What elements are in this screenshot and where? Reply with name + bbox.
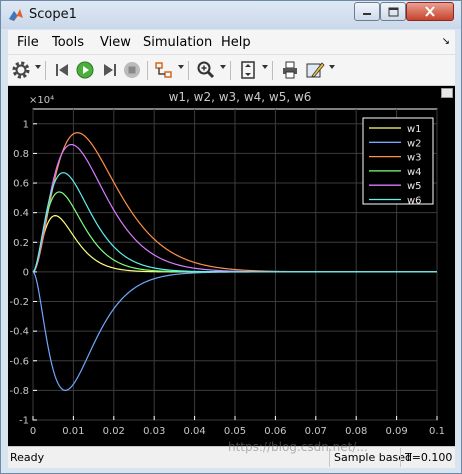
gear-icon[interactable] xyxy=(11,60,31,80)
x-tick-label: 0.08 xyxy=(345,426,367,437)
matlab-icon xyxy=(9,9,23,21)
scope-plot[interactable]: ×10⁴ w1, w2, w3, w4, w5, w6 0 0.01 0.02 0.0… xyxy=(8,86,455,446)
legend-box xyxy=(362,117,434,205)
toolbar-separator xyxy=(45,61,46,80)
toolbar-separator xyxy=(272,61,273,80)
x-tick-label: 0.09 xyxy=(385,426,407,437)
menu-tools[interactable]: Tools xyxy=(52,35,84,50)
gear-dropdown-icon[interactable] xyxy=(35,65,41,69)
highlight-signal-icon[interactable] xyxy=(154,60,174,80)
step-forward-icon[interactable] xyxy=(99,60,119,80)
minimize-button[interactable] xyxy=(354,2,380,21)
toolbar-separator xyxy=(147,61,148,80)
legend-label-w5: w5 xyxy=(407,181,422,192)
maximize-icon xyxy=(388,7,398,16)
legend-label-w2: w2 xyxy=(407,138,422,149)
x-tick-label: 0.04 xyxy=(183,426,205,437)
zoom-dropdown-icon[interactable] xyxy=(220,65,226,69)
scope-window: Scope1 File Tools View Simulation Help ↘ xyxy=(0,0,462,474)
scope-display[interactable]: ×10⁴ w1, w2, w3, w4, w5, w6 0 0.01 0.02 0.0… xyxy=(8,86,455,446)
y-tick-label: 1 xyxy=(23,119,29,130)
stop-icon[interactable] xyxy=(122,60,142,80)
chart-title: w1, w2, w3, w4, w5, w6 xyxy=(169,90,312,104)
title-bar[interactable]: Scope1 xyxy=(1,1,461,29)
y-tick-label: -0.8 xyxy=(9,386,29,397)
y-tick-label: 0.8 xyxy=(13,149,29,160)
close-button[interactable] xyxy=(406,2,454,21)
status-ready: Ready xyxy=(10,451,45,464)
menu-view[interactable]: View xyxy=(100,35,131,50)
menu-file[interactable]: File xyxy=(17,35,39,50)
style-icon[interactable] xyxy=(305,60,325,80)
x-tick-label: 0.02 xyxy=(103,426,125,437)
undock-axes-icon[interactable] xyxy=(441,88,453,98)
x-tick-label: 0.06 xyxy=(264,426,286,437)
y-tick-label: -0.4 xyxy=(9,327,29,338)
minimize-icon xyxy=(363,12,371,15)
y-tick-label: -0.2 xyxy=(9,297,29,308)
watermark: https://blog.csdn.net/... xyxy=(228,440,368,454)
window-title: Scope1 xyxy=(29,7,77,22)
status-time: T=0.100 xyxy=(400,448,456,467)
toolbar xyxy=(8,55,455,86)
step-back-icon[interactable] xyxy=(53,60,73,80)
y-tick-label: 0.6 xyxy=(13,179,29,190)
x-tick-label: 0 xyxy=(30,426,36,437)
dock-arrow-icon[interactable]: ↘ xyxy=(442,36,450,47)
legend-label-w6: w6 xyxy=(407,196,422,207)
y-tick-label: -1 xyxy=(19,416,29,427)
print-icon[interactable] xyxy=(280,60,300,80)
legend-label-w1: w1 xyxy=(407,124,422,135)
legend-label-w4: w4 xyxy=(407,167,422,178)
close-icon xyxy=(425,6,435,17)
maximize-button[interactable] xyxy=(380,2,406,21)
run-icon[interactable] xyxy=(75,60,95,80)
x-tick-label: 0.05 xyxy=(224,426,246,437)
menu-bar: File Tools View Simulation Help ↘ xyxy=(8,30,455,55)
style-dropdown-icon[interactable] xyxy=(329,65,335,69)
x-tick-label: 0.01 xyxy=(62,426,84,437)
legend-label-w3: w3 xyxy=(407,153,422,164)
y-tick-label: -0.6 xyxy=(9,356,29,367)
fit-axes-icon[interactable] xyxy=(238,60,258,80)
toolbar-separator xyxy=(230,61,231,80)
toolbar-separator xyxy=(188,61,189,80)
y-tick-label: 0 xyxy=(23,267,29,278)
x-tick-label: 0.1 xyxy=(429,426,445,437)
menu-help[interactable]: Help xyxy=(221,35,251,50)
fit-axes-dropdown-icon[interactable] xyxy=(262,65,268,69)
x-tick-label: 0.03 xyxy=(143,426,165,437)
y-exponent-label: ×10⁴ xyxy=(29,95,54,106)
y-tick-label: 0.2 xyxy=(13,238,29,249)
menu-simulation[interactable]: Simulation xyxy=(143,35,212,50)
zoom-icon[interactable] xyxy=(196,60,216,80)
legend[interactable]: w1 w2 w3 w4 w5 w6 xyxy=(362,117,434,207)
y-tick-label: 0.4 xyxy=(13,208,29,219)
x-tick-label: 0.07 xyxy=(305,426,327,437)
highlight-dropdown-icon[interactable] xyxy=(178,65,184,69)
